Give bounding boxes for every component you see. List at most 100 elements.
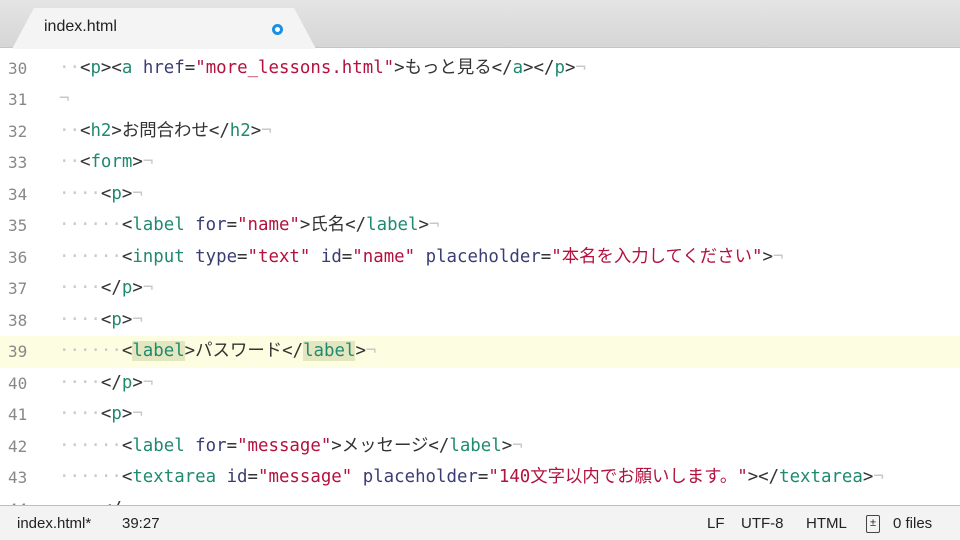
code-token: = (226, 215, 238, 235)
line-number: 41 (8, 405, 28, 424)
code-line[interactable]: 35 ······<label for="name">氏名</label>¬ (0, 210, 960, 242)
code-token: < (100, 183, 112, 204)
code-token: ·· (59, 120, 80, 141)
code-text: ¬ (59, 84, 69, 116)
code-line[interactable]: 43 ······<textarea id="message" placehold… (0, 462, 960, 494)
code-line[interactable]: 37 ····</p>¬ (0, 273, 960, 305)
code-token: label (132, 215, 185, 235)
code-token: > (418, 215, 429, 235)
code-token: ·· (59, 152, 80, 172)
code-line[interactable]: 40 ····</p>¬ (0, 368, 960, 400)
code-token: < (121, 341, 133, 361)
code-line[interactable]: 32 ··<h2>お問合わせ</h2>¬ (0, 116, 960, 148)
code-token: p (90, 57, 101, 78)
line-number: 43 (8, 468, 28, 487)
code-line[interactable]: 42 ······<label for="message">メッセージ</labe… (0, 431, 960, 463)
status-file-name[interactable]: index.html* (17, 515, 91, 532)
code-line[interactable]: 44 ····</ (0, 494, 960, 506)
code-token: </ (491, 57, 513, 78)
code-token: "message" (258, 467, 353, 487)
code-token: "本名を入力してください" (551, 246, 763, 267)
code-token: > (132, 278, 143, 298)
code-token: = (237, 246, 248, 267)
code-token: > (299, 215, 311, 235)
code-token: </ (345, 215, 367, 235)
tab-title[interactable]: index.html (44, 18, 117, 36)
code-token: ···· (59, 183, 101, 204)
code-line[interactable]: 39 ······<label>パスワード</label>¬ (0, 336, 960, 368)
code-token: > (132, 372, 143, 393)
line-number: 42 (8, 436, 28, 456)
code-editor[interactable]: 30 ··<p><a href="more_lessons.html">もっと見る… (0, 52, 960, 505)
code-token: ¬ (132, 183, 143, 204)
code-token: = (341, 246, 353, 267)
code-token: placeholder (362, 467, 478, 487)
code-token: < (121, 435, 133, 456)
code-text: ··<p><a href="more_lessons.html">もっと見る</… (59, 53, 586, 85)
code-token: type (195, 246, 238, 267)
code-token: ······ (59, 467, 122, 487)
code-line[interactable]: 30 ··<p><a href="more_lessons.html">もっと見る… (0, 53, 960, 85)
code-line[interactable]: 41 ····<p>¬ (0, 399, 960, 431)
code-token: > (121, 183, 133, 204)
code-text: ····</p>¬ (59, 368, 153, 400)
line-number: 30 (8, 58, 28, 78)
code-token: > (184, 341, 196, 361)
code-token: p (111, 183, 122, 204)
code-token: label (366, 215, 419, 235)
code-token: p (111, 309, 122, 330)
code-token: = (477, 467, 489, 487)
code-token: a (512, 57, 524, 78)
line-number: 40 (8, 373, 28, 393)
code-token: < (121, 467, 133, 487)
code-token: > (121, 309, 133, 330)
code-token: ···· (59, 278, 101, 298)
status-encoding[interactable]: UTF-8 (741, 515, 784, 532)
code-token: ···· (59, 404, 101, 424)
code-token: ¬ (261, 120, 272, 141)
code-line[interactable]: 34 ····<p>¬ (0, 179, 960, 211)
code-text: ····<p>¬ (59, 179, 143, 211)
status-cursor-position[interactable]: 39:27 (122, 515, 160, 532)
status-bar: index.html* 39:27 LF UTF-8 HTML ± 0 file… (0, 505, 960, 540)
code-token: ···· (59, 309, 101, 330)
line-number: 44 (8, 494, 38, 506)
line-number: 37 (8, 279, 28, 298)
code-token: ·· (59, 57, 80, 78)
status-line-ending[interactable]: LF (707, 515, 725, 532)
code-token: "message" (237, 435, 332, 456)
git-files-icon[interactable]: ± (866, 515, 880, 533)
code-token: > (121, 404, 133, 424)
code-token: ······ (59, 215, 122, 235)
code-token: > (111, 120, 122, 141)
code-token: = (540, 246, 552, 267)
code-line[interactable]: 33 ··<form>¬ (0, 147, 960, 179)
code-token: h2 (90, 120, 112, 141)
line-number: 38 (8, 310, 28, 330)
code-line[interactable]: 38 ····<p>¬ (0, 305, 960, 337)
code-token: p (111, 404, 122, 424)
code-line[interactable]: 36 ······<input type="text" id="name" pla… (0, 242, 960, 274)
code-line[interactable]: 31 ¬ (0, 84, 960, 116)
code-token: h2 (229, 120, 251, 141)
status-grammar[interactable]: HTML (806, 515, 847, 532)
code-text: ······<label for="name">氏名</label>¬ (59, 210, 439, 242)
modified-indicator-icon[interactable] (272, 24, 283, 35)
status-files-count[interactable]: 0 files (893, 515, 932, 532)
code-token: "text" (247, 246, 311, 267)
code-token: メッセージ (341, 435, 429, 456)
code-token: < (121, 246, 133, 267)
code-token: p (121, 278, 133, 298)
code-token: a (121, 57, 133, 78)
code-token: </ (282, 341, 304, 361)
code-token: ¬ (873, 467, 884, 487)
code-token: p (121, 372, 133, 393)
code-token: ······ (59, 341, 122, 361)
code-token: ¬ (772, 246, 784, 267)
code-token: </ (428, 435, 450, 456)
code-token: </ (208, 120, 230, 141)
code-token: href (142, 57, 185, 78)
line-number: 35 (8, 216, 28, 235)
